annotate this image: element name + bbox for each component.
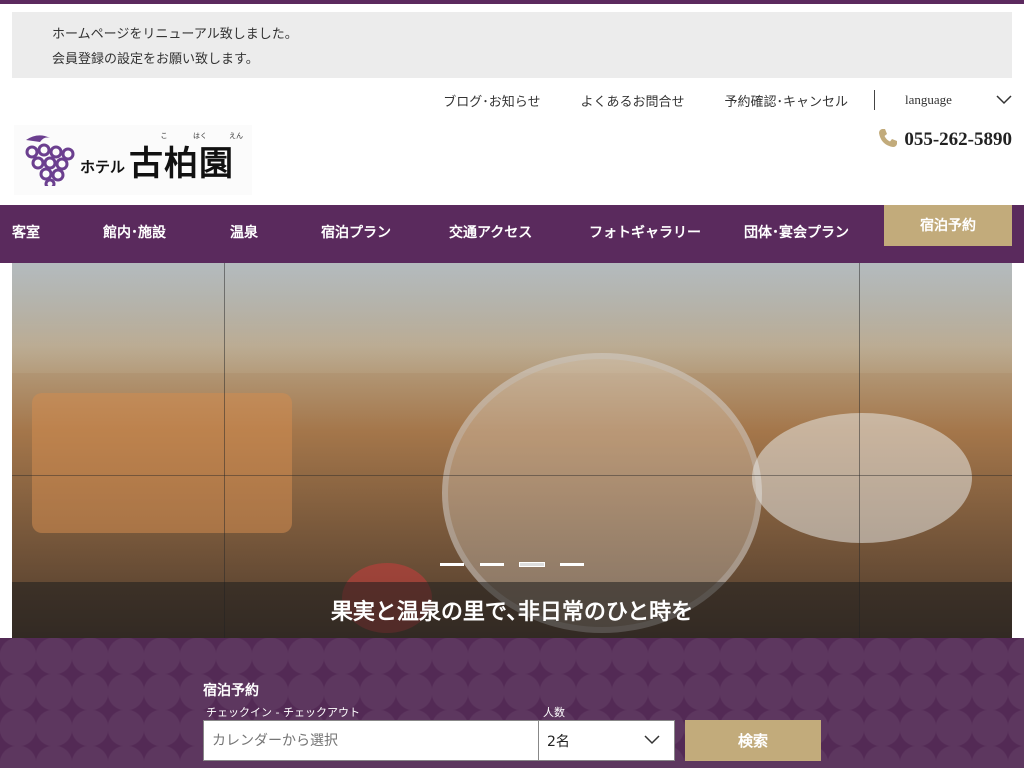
notice-banner: ホームページをリニューアル致しました。 会員登録の設定をお願い致します。 bbox=[12, 12, 1012, 78]
faq-link[interactable]: よくあるお問合せ bbox=[580, 91, 684, 110]
slide-indicators bbox=[440, 562, 584, 567]
hotel-logo[interactable]: こ はく えん ホテル 古柏園 bbox=[14, 125, 252, 195]
furigana-haku: はく bbox=[193, 132, 207, 140]
logo-prefix: ホテル bbox=[80, 157, 126, 176]
people-label: 人数 bbox=[543, 706, 565, 719]
dates-label: チェックイン - チェックアウト bbox=[206, 706, 360, 719]
slide-dot-2[interactable] bbox=[480, 563, 504, 566]
hero-dish-soba bbox=[32, 393, 292, 533]
furigana-ko: こ bbox=[160, 132, 168, 140]
reservation-check-link[interactable]: 予約確認･キャンセル bbox=[724, 91, 848, 110]
furigana-en: えん bbox=[229, 132, 243, 140]
hero-slideshow[interactable]: 果実と温泉の里で､非日常のひと時を bbox=[12, 263, 1012, 638]
top-accent-stripe bbox=[0, 0, 1024, 4]
slide-dot-1[interactable] bbox=[440, 563, 464, 566]
language-label: language bbox=[905, 92, 952, 107]
search-button[interactable]: 検索 bbox=[685, 720, 821, 761]
hero-dish-plate bbox=[752, 413, 972, 543]
grape-logo-icon bbox=[20, 130, 76, 190]
hero-window-view bbox=[12, 263, 1012, 373]
nav-group-banquet[interactable]: 団体･宴会プラン bbox=[744, 205, 849, 261]
phone-icon bbox=[878, 128, 898, 152]
utility-nav: ブログ･お知らせ よくあるお問合せ 予約確認･キャンセル language bbox=[403, 88, 1012, 112]
people-select[interactable]: 2名 bbox=[538, 720, 675, 761]
notice-line-2: 会員登録の設定をお願い致します。 bbox=[52, 52, 259, 67]
hero-caption-bar: 果実と温泉の里で､非日常のひと時を bbox=[12, 582, 1012, 638]
nav-onsen[interactable]: 温泉 bbox=[230, 205, 258, 261]
booking-widget: 宿泊予約 チェックイン - チェックアウト 人数 2名 検索 bbox=[0, 638, 1024, 768]
slide-dot-4[interactable] bbox=[560, 563, 584, 566]
phone-contact[interactable]: 055-262-5890 bbox=[878, 128, 1012, 152]
blog-link[interactable]: ブログ･お知らせ bbox=[443, 91, 540, 110]
people-value: 2名 bbox=[547, 733, 570, 750]
slide-dot-3[interactable] bbox=[519, 562, 545, 567]
nav-reserve-button[interactable]: 宿泊予約 bbox=[884, 205, 1012, 246]
logo-furigana: こ はく えん bbox=[146, 131, 254, 141]
nav-facilities[interactable]: 館内･施設 bbox=[103, 205, 166, 261]
nav-access[interactable]: 交通アクセス bbox=[449, 205, 532, 261]
phone-number: 055-262-5890 bbox=[904, 129, 1012, 150]
language-select[interactable]: language bbox=[875, 92, 1012, 108]
nav-photo-gallery[interactable]: フォトギャラリー bbox=[589, 205, 701, 261]
main-navigation: 客室 館内･施設 温泉 宿泊プラン 交通アクセス フォトギャラリー 団体･宴会プ… bbox=[0, 205, 1024, 263]
booking-title: 宿泊予約 bbox=[203, 683, 259, 699]
notice-line-1: ホームページをリニューアル致しました。 bbox=[52, 27, 298, 42]
nav-stay-plans[interactable]: 宿泊プラン bbox=[321, 205, 391, 261]
logo-name: 古柏園 bbox=[129, 143, 235, 184]
hero-grid-line bbox=[12, 475, 1012, 476]
chevron-down-icon bbox=[644, 733, 660, 749]
nav-rooms[interactable]: 客室 bbox=[12, 205, 40, 261]
chevron-down-icon bbox=[996, 95, 1012, 105]
hero-caption: 果実と温泉の里で､非日常のひと時を bbox=[330, 600, 694, 625]
date-range-input[interactable] bbox=[203, 720, 539, 761]
